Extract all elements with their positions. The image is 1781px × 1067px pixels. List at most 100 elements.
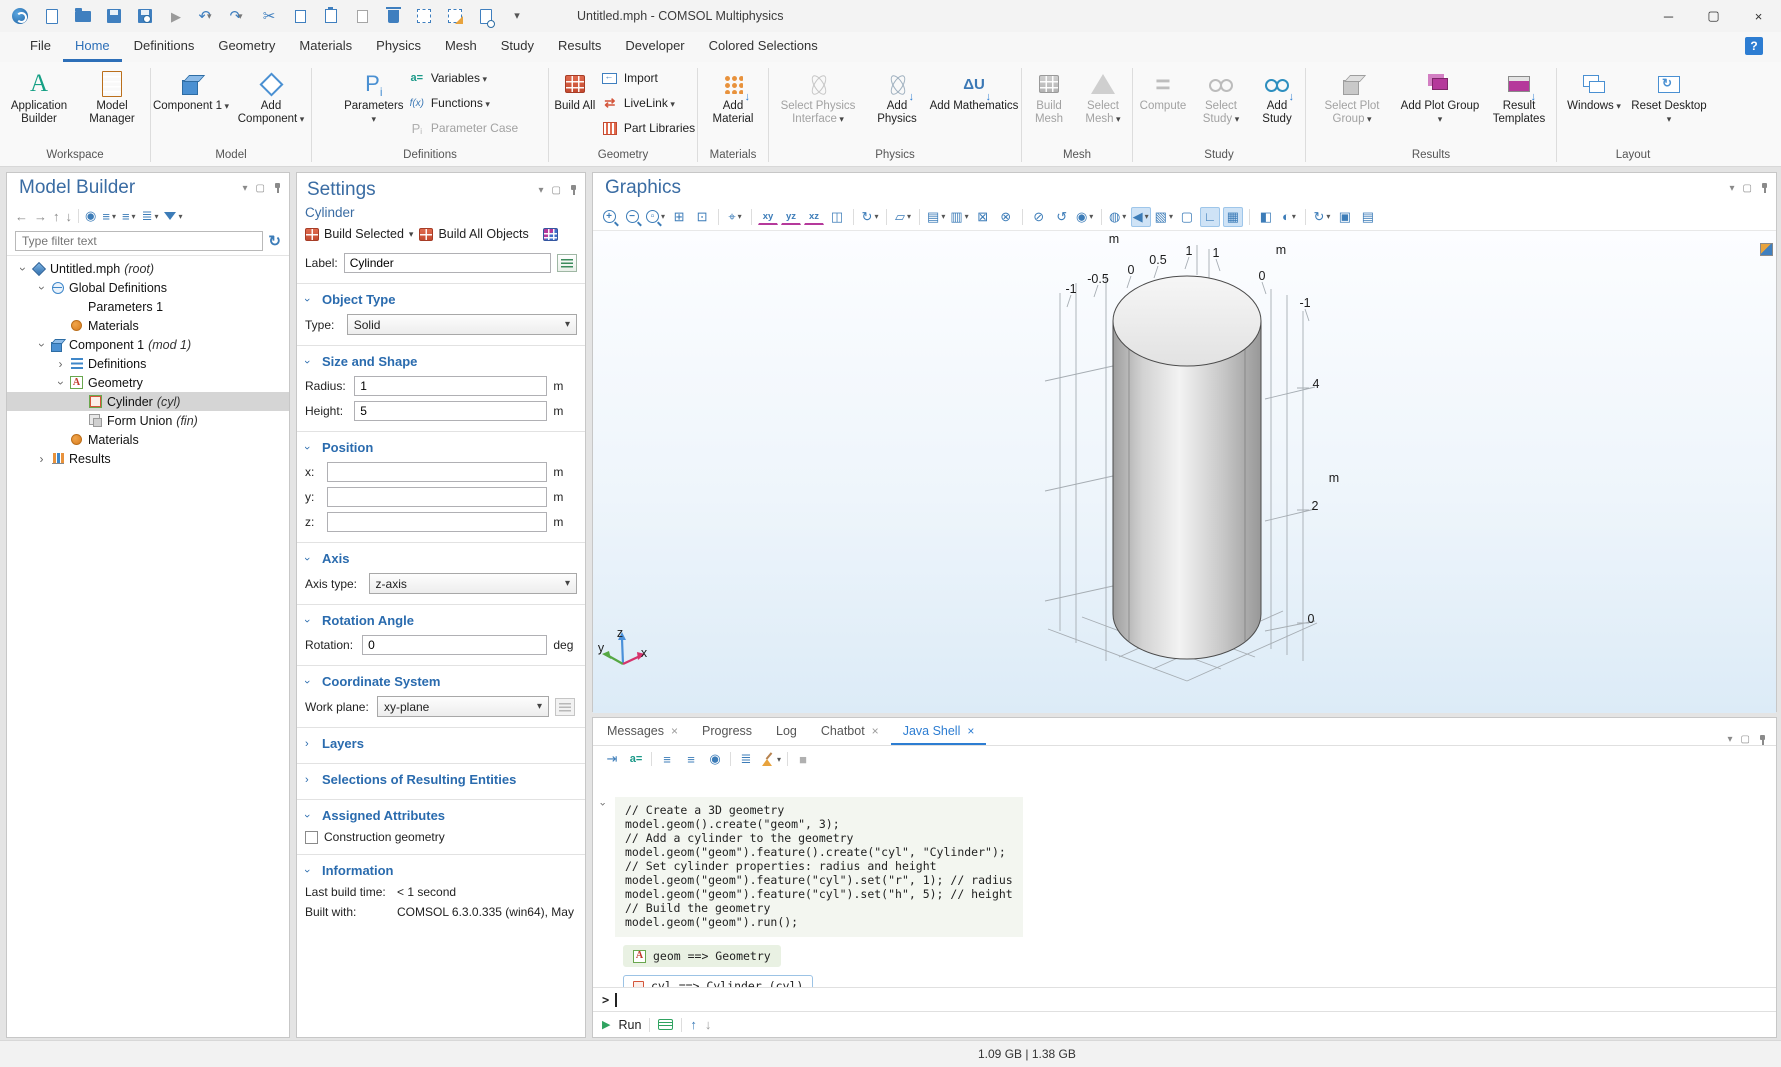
tree-item[interactable]: Untitled.mph (root) bbox=[7, 259, 289, 278]
menu-tab[interactable]: Mesh bbox=[433, 32, 489, 62]
separator[interactable] bbox=[1022, 209, 1023, 225]
show-output-icon[interactable]: ◉ bbox=[706, 750, 724, 768]
delete-icon[interactable] bbox=[379, 4, 403, 28]
paste-icon[interactable] bbox=[317, 4, 341, 28]
menu-tab[interactable]: Materials bbox=[287, 32, 364, 62]
menu-tab[interactable]: Results bbox=[546, 32, 613, 62]
position-input[interactable] bbox=[327, 512, 548, 532]
orbit-tool-icon[interactable]: ◀ bbox=[1131, 207, 1151, 227]
reset-desktop-button[interactable]: Reset Desktop bbox=[1631, 65, 1707, 126]
help-button[interactable]: ? bbox=[1745, 37, 1763, 55]
collapse-output-icon[interactable]: ≡ bbox=[682, 750, 700, 768]
rotate-view-icon[interactable]: ↻ bbox=[860, 207, 880, 227]
tree-expand-icon[interactable] bbox=[34, 281, 49, 295]
tree-expand-icon[interactable] bbox=[53, 357, 68, 371]
create-selection-icon[interactable] bbox=[557, 254, 577, 272]
tab-close-icon[interactable]: × bbox=[671, 724, 678, 738]
record-animation-icon[interactable]: ▥ bbox=[949, 207, 969, 227]
scene-projection-icon[interactable]: ◫ bbox=[827, 207, 847, 227]
select-study-button[interactable]: Select Study bbox=[1193, 65, 1249, 126]
livelink-button[interactable]: LiveLink bbox=[601, 94, 695, 112]
show-messages-icon[interactable] bbox=[658, 1019, 673, 1030]
menu-tab[interactable]: Study bbox=[489, 32, 546, 62]
panel-pin-icon[interactable] bbox=[1760, 183, 1768, 193]
panel-menu-icon[interactable]: ▾ bbox=[539, 185, 544, 196]
refresh-icon[interactable]: ↻ bbox=[268, 232, 281, 250]
stop-icon[interactable]: ■ bbox=[794, 750, 812, 768]
view-yz-icon[interactable]: yz bbox=[781, 209, 801, 225]
add-physics-button[interactable]: Add Physics bbox=[867, 65, 927, 126]
tree-item[interactable]: Global Definitions bbox=[7, 278, 289, 297]
model-tree-nodes-icon[interactable]: ≣ bbox=[142, 208, 159, 224]
console-tab[interactable]: Java Shell × bbox=[891, 718, 987, 745]
build-selected-button[interactable]: Build Selected▾ bbox=[305, 227, 413, 241]
build-all-button[interactable]: Build All bbox=[551, 65, 599, 113]
expand-output-icon[interactable]: ≡ bbox=[658, 750, 676, 768]
java-shell-console[interactable]: // Create a 3D geometry model.geom().cre… bbox=[593, 773, 1776, 987]
tree-expand-icon[interactable] bbox=[15, 262, 30, 276]
rotation-input[interactable] bbox=[362, 635, 547, 655]
show-variables-icon[interactable]: a= bbox=[627, 750, 645, 768]
run-icon[interactable]: ▶ bbox=[162, 4, 186, 28]
panel-menu-icon[interactable]: ▾ bbox=[1728, 734, 1733, 745]
separator[interactable] bbox=[853, 209, 854, 225]
panel-pin-icon[interactable] bbox=[1758, 735, 1766, 745]
panel-float-icon[interactable]: ▢ bbox=[552, 185, 561, 196]
save-icon[interactable] bbox=[100, 4, 124, 28]
tree-item[interactable]: Form Union (fin) bbox=[7, 411, 289, 430]
copy-icon[interactable] bbox=[286, 4, 310, 28]
environment-icon[interactable]: ◍ bbox=[1108, 207, 1128, 227]
separator[interactable] bbox=[886, 209, 887, 225]
move-up-icon[interactable]: ↑ bbox=[53, 209, 60, 224]
part-libraries-button[interactable]: Part Libraries bbox=[601, 119, 695, 137]
tree-expand-icon[interactable] bbox=[34, 338, 49, 352]
model-manager-button[interactable]: Model Manager bbox=[77, 65, 147, 126]
separator[interactable] bbox=[718, 209, 719, 225]
result-templates-button[interactable]: Result Templates bbox=[1484, 65, 1554, 126]
position-input[interactable] bbox=[327, 487, 548, 507]
tree-item[interactable]: Definitions bbox=[7, 354, 289, 373]
show-icon[interactable]: ◉ bbox=[85, 208, 96, 224]
tree-item[interactable]: Materials bbox=[7, 430, 289, 449]
clear-console-icon[interactable] bbox=[761, 750, 781, 768]
undo-icon[interactable]: ↶ ▾ bbox=[193, 4, 217, 28]
cut-icon[interactable]: ✂ bbox=[255, 4, 279, 28]
add-study-button[interactable]: Add Study bbox=[1251, 65, 1303, 126]
back-icon[interactable]: ← bbox=[15, 209, 28, 224]
view-xz-icon[interactable]: xz bbox=[804, 209, 824, 225]
shell-result-chip[interactable]: geom ==> Geometry bbox=[623, 945, 781, 967]
build-all-objects-button[interactable]: Build All Objects bbox=[419, 227, 528, 241]
radius-input[interactable] bbox=[354, 376, 547, 396]
show-axes-icon[interactable]: ∟ bbox=[1200, 207, 1220, 227]
transparency-icon[interactable]: ▱ bbox=[893, 207, 913, 227]
menu-tab[interactable]: Developer bbox=[613, 32, 696, 62]
tree-item[interactable]: Materials bbox=[7, 316, 289, 335]
separator[interactable] bbox=[787, 752, 788, 766]
separator[interactable] bbox=[78, 209, 79, 223]
maximize-button[interactable]: ▢ bbox=[1691, 0, 1736, 32]
work-plane-select[interactable]: xy-plane bbox=[377, 696, 549, 717]
panel-float-icon[interactable]: ▢ bbox=[256, 183, 265, 194]
separator[interactable] bbox=[730, 752, 731, 766]
hide-objects-icon[interactable]: ⊘ bbox=[1029, 207, 1049, 227]
refresh-scene-icon[interactable]: ↻ bbox=[1312, 207, 1332, 227]
tree-item[interactable]: Results bbox=[7, 449, 289, 468]
add-material-button[interactable]: Add Material bbox=[702, 65, 764, 126]
position-input[interactable] bbox=[327, 462, 548, 482]
expand-sections-icon[interactable]: ≡ bbox=[102, 209, 116, 224]
word-wrap-icon[interactable]: ≣ bbox=[737, 750, 755, 768]
print-icon[interactable]: ▤ bbox=[1358, 207, 1378, 227]
collapse-sections-icon[interactable]: ≡ bbox=[122, 209, 136, 224]
add-image-to-export-icon[interactable]: ▤ bbox=[926, 207, 946, 227]
compute-button[interactable]: Compute bbox=[1135, 65, 1191, 113]
console-tab[interactable]: Log bbox=[764, 718, 809, 745]
zoom-out-icon[interactable]: − bbox=[622, 207, 642, 227]
show-grid-icon[interactable]: ▦ bbox=[1223, 207, 1243, 227]
console-tab[interactable]: Progress bbox=[690, 718, 764, 745]
close-button[interactable]: × bbox=[1736, 0, 1781, 32]
select-physics-interface-button[interactable]: Select Physics Interface bbox=[771, 65, 865, 126]
windows-button[interactable]: Windows bbox=[1559, 65, 1629, 113]
clip-plane-icon[interactable]: ◧ bbox=[1256, 207, 1276, 227]
height-input[interactable] bbox=[354, 401, 547, 421]
menu-tab[interactable]: Colored Selections bbox=[697, 32, 830, 62]
